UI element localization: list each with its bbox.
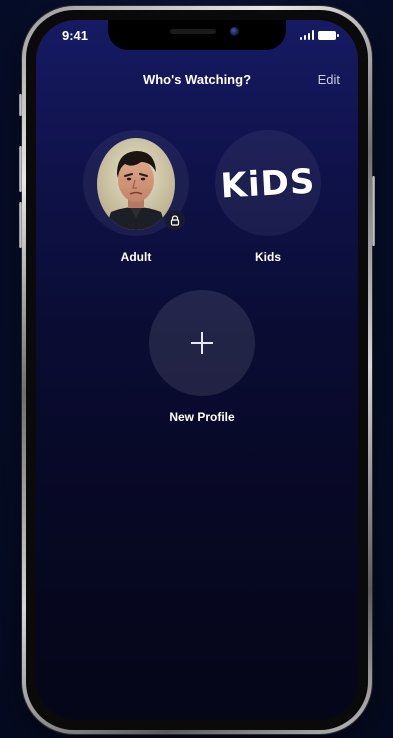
phone-frame: 9:41 Who's Watching? Edit Adult KiDS Kid…	[19, 6, 375, 734]
profile-adult[interactable]: Adult	[82, 130, 190, 264]
notch	[108, 20, 286, 50]
signal-icon	[299, 30, 314, 40]
screen: 9:41 Who's Watching? Edit Adult KiDS Kid…	[36, 20, 358, 720]
profile-label-adult: Adult	[120, 250, 152, 264]
lock-icon	[165, 210, 185, 230]
battery-icon	[318, 31, 339, 40]
status-time: 9:41	[62, 28, 89, 43]
new-profile-label: New Profile	[169, 410, 235, 424]
profile-label-kids: Kids	[254, 250, 281, 264]
stage: 9:41 Who's Watching? Edit Adult KiDS Kid…	[0, 0, 393, 738]
speaker-grille	[170, 29, 216, 34]
page-title: Who's Watching?	[142, 72, 252, 87]
mute-switch	[19, 94, 22, 116]
user-photo-icon	[97, 138, 175, 230]
add-profile-button[interactable]	[149, 290, 255, 396]
status-icons	[299, 30, 339, 40]
avatar[interactable]	[83, 130, 189, 236]
power-button	[372, 176, 375, 246]
new-profile[interactable]: New Profile	[148, 290, 256, 424]
profile-kids[interactable]: KiDS Kids	[214, 130, 322, 264]
front-camera	[230, 27, 239, 36]
home-indicator	[142, 708, 252, 712]
volume-up-button	[19, 146, 22, 192]
kids-logo-icon: KiDS	[219, 161, 317, 207]
edit-button[interactable]: Edit	[318, 72, 340, 87]
plus-icon	[191, 332, 213, 354]
kids-avatar[interactable]: KiDS	[215, 130, 321, 236]
volume-down-button	[19, 202, 22, 248]
